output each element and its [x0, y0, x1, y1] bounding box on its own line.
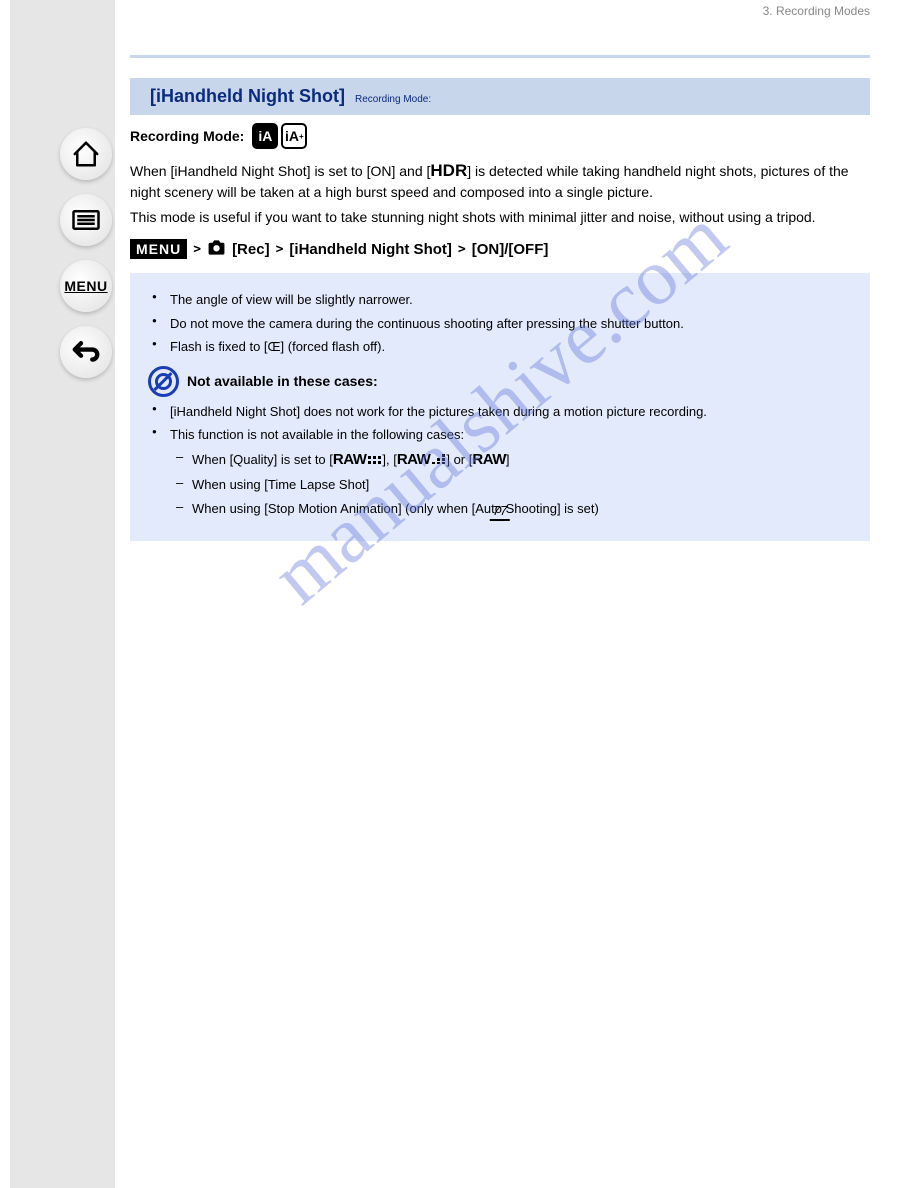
divider — [130, 55, 870, 58]
menu-icon-label: MENU — [64, 278, 107, 294]
raw-fine-icon: RAW — [333, 451, 383, 468]
not-available-icon — [148, 366, 179, 397]
mode-icon-ia-plus: iA+ — [281, 123, 307, 149]
arrow-icon: > — [193, 242, 201, 257]
hdr-icon: HDR — [430, 161, 467, 180]
body-paragraph: This mode is useful if you want to take … — [130, 208, 870, 228]
menu-rec-label: [Rec] — [232, 241, 270, 258]
na-sub-item: When [Quality] is set to [RAW], [RAW] or… — [192, 450, 852, 470]
menu-path-row: MENU > [Rec] > [iHandheld Night Shot] > … — [130, 238, 870, 261]
na-item: [iHandheld Night Shot] does not work for… — [170, 403, 852, 421]
menu-button[interactable]: MENU — [60, 260, 112, 312]
raw-icon: RAW — [472, 451, 506, 468]
not-available-header: Not available in these cases: — [148, 366, 852, 397]
contents-icon — [71, 205, 101, 235]
menu-options: [ON]/[OFF] — [472, 241, 549, 258]
back-button[interactable] — [60, 326, 112, 378]
na-sub-item: When using [Stop Motion Animation] (only… — [192, 500, 852, 518]
note-item: Do not move the camera during the contin… — [170, 315, 852, 333]
not-available-title: Not available in these cases: — [187, 373, 378, 389]
arrow-icon: > — [276, 242, 284, 257]
na-sub-item: When using [Time Lapse Shot] — [192, 476, 852, 494]
recording-mode-row: Recording Mode: iA iA+ — [130, 123, 870, 149]
right-margin — [878, 0, 918, 1188]
section-title: [iHandheld Night Shot] — [150, 86, 345, 107]
menu-badge: MENU — [130, 239, 187, 259]
raw-std-icon: RAW — [397, 451, 447, 468]
camera-icon — [207, 238, 226, 261]
mode-icon-ia: iA — [252, 123, 278, 149]
menu-item-label: [iHandheld Night Shot] — [289, 241, 451, 258]
note-item: Flash is fixed to [Œ] (forced flash off)… — [170, 338, 852, 356]
notes-box: manualshive.com The angle of view will b… — [130, 273, 870, 541]
arrow-icon: > — [458, 242, 466, 257]
home-icon — [71, 139, 101, 169]
back-icon — [71, 337, 101, 367]
page-content: 3. Recording Modes [iHandheld Night Shot… — [130, 0, 870, 541]
section-subtitle: Recording Mode: — [355, 94, 431, 105]
note-item: The angle of view will be slightly narro… — [170, 291, 852, 309]
page-header: 3. Recording Modes — [130, 4, 870, 18]
contents-button[interactable] — [60, 194, 112, 246]
section-bar: [iHandheld Night Shot] Recording Mode: — [130, 78, 870, 115]
na-item: This function is not available in the fo… — [170, 426, 852, 444]
home-button[interactable] — [60, 128, 112, 180]
modes-label: Recording Mode: — [130, 128, 244, 144]
body-paragraph: When [iHandheld Night Shot] is set to [O… — [130, 159, 870, 202]
sidebar: MENU — [10, 0, 115, 1188]
